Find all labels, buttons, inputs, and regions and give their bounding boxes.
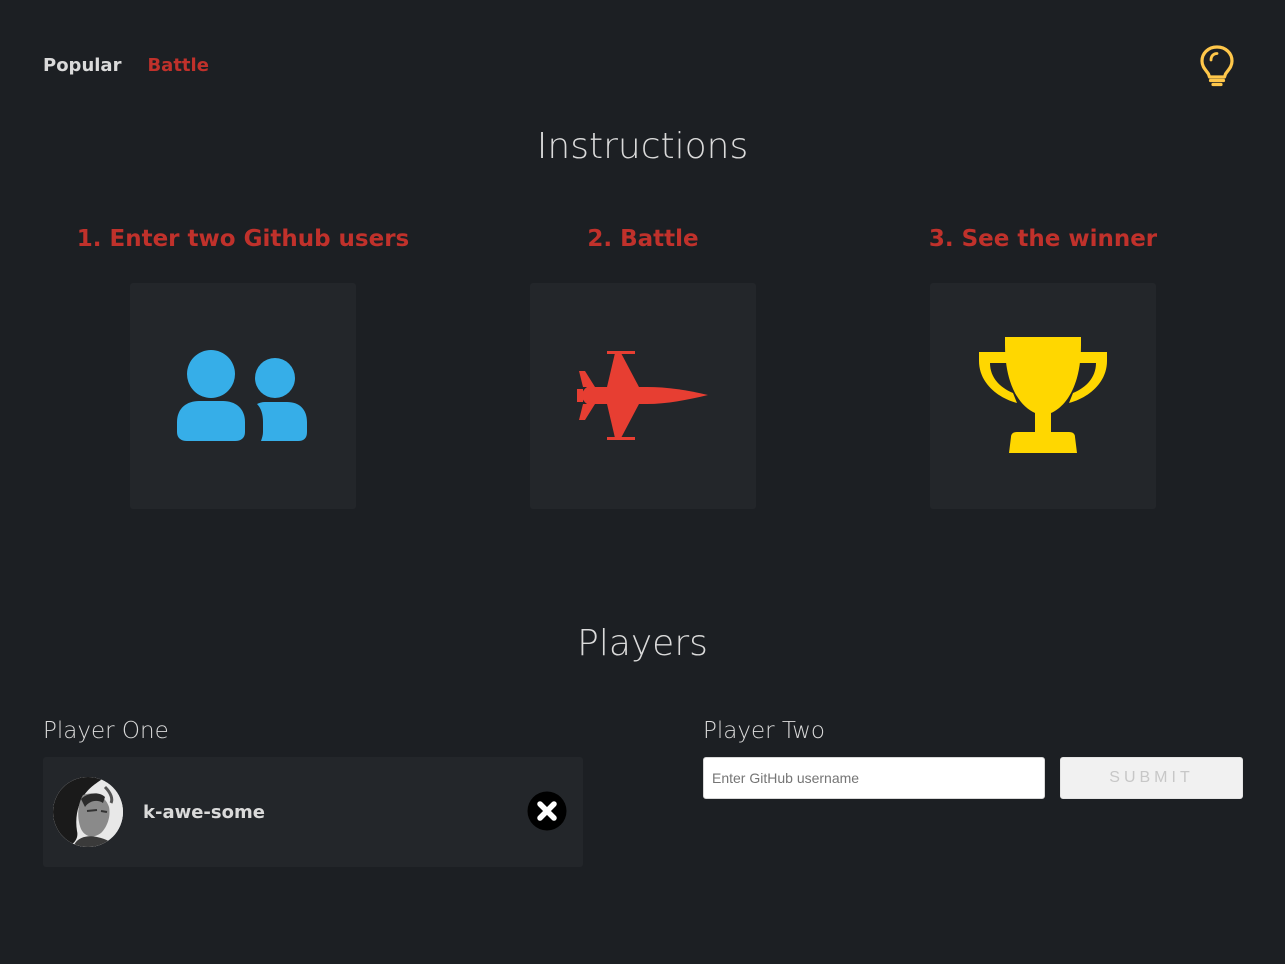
avatar <box>53 777 123 847</box>
players-heading: Players <box>577 623 708 664</box>
instructions-heading: Instructions <box>536 126 749 167</box>
instruction-step-2: 2. Battle <box>443 226 843 509</box>
step-icon-box <box>930 283 1156 509</box>
player-two-label: Player Two <box>703 718 826 744</box>
step-title: 3. See the winner <box>928 226 1158 252</box>
step-icon-box <box>530 283 756 509</box>
instruction-step-3: 3. See the winner <box>843 226 1243 509</box>
users-icon <box>177 350 307 441</box>
battle-page: Popular Battle Instructions 1. Enter two… <box>0 0 1285 964</box>
top-nav: Popular Battle <box>43 55 209 76</box>
theme-toggle-button[interactable] <box>1199 44 1235 88</box>
submit-button[interactable]: SUBMIT <box>1060 757 1243 799</box>
player-one-card: k-awe-some <box>43 757 583 867</box>
nav-battle-link[interactable]: Battle <box>147 55 208 76</box>
instruction-step-1: 1. Enter two Github users <box>43 226 443 509</box>
lightbulb-icon <box>1200 45 1234 87</box>
player-one-label: Player One <box>43 718 169 744</box>
step-title: 2. Battle <box>587 226 699 252</box>
remove-player-button[interactable] <box>527 791 567 831</box>
close-circle-icon <box>527 791 567 831</box>
fighter-jet-icon <box>577 351 708 440</box>
nav-popular-link[interactable]: Popular <box>43 55 121 76</box>
player-one-username: k-awe-some <box>143 802 265 823</box>
step-title: 1. Enter two Github users <box>76 226 410 252</box>
step-icon-box <box>130 283 356 509</box>
trophy-icon <box>979 337 1107 453</box>
player-two-username-input[interactable] <box>703 757 1045 799</box>
